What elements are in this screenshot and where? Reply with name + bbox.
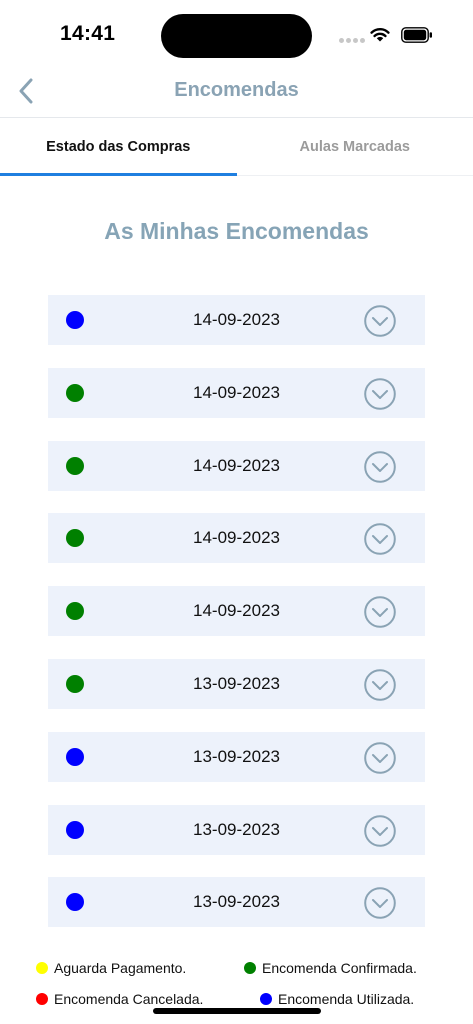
chevron-down-circle-icon[interactable] (364, 596, 396, 628)
legend-dot (244, 962, 256, 974)
legend-item: Encomenda Confirmada. (244, 960, 417, 976)
tab-label: Estado das Compras (46, 138, 191, 155)
tab-aulas-marcadas[interactable]: Aulas Marcadas (237, 118, 473, 175)
dynamic-island (161, 14, 312, 58)
order-row[interactable]: 14-09-2023 (48, 440, 425, 491)
legend-item: Encomenda Utilizada. (260, 991, 414, 1007)
status-bar: 14:41 (0, 0, 473, 64)
tab-active-indicator (0, 173, 237, 176)
order-row[interactable]: 14-09-2023 (48, 367, 425, 418)
legend-item: Encomenda Cancelada. (36, 991, 203, 1007)
chevron-down-circle-icon[interactable] (364, 377, 396, 410)
order-row[interactable]: 13-09-2023 (48, 658, 425, 709)
status-time: 14:41 (60, 22, 116, 45)
navigation-bar: Encomendas (0, 64, 473, 118)
legend-item: Aguarda Pagamento. (36, 960, 186, 976)
wifi-icon (370, 28, 390, 42)
legend-dot (36, 962, 48, 974)
tab-label: Aulas Marcadas (299, 138, 410, 155)
section-title: As Minhas Encomendas (104, 218, 369, 244)
tab-bar: Estado das Compras Aulas Marcadas (0, 118, 473, 176)
legend-label: Encomenda Cancelada. (54, 991, 204, 1007)
legend-label: Encomenda Utilizada. (278, 991, 415, 1007)
order-row[interactable]: 14-09-2023 (48, 586, 425, 637)
order-row[interactable]: 13-09-2023 (48, 804, 425, 855)
chevron-down-circle-icon[interactable] (364, 669, 396, 701)
orders-list: 14-09-2023 14-09-2023 14-09-2023 14-09-2023… (48, 295, 425, 950)
page-title: Encomendas (174, 79, 299, 101)
order-row[interactable]: 14-09-2023 (48, 295, 425, 345)
legend-dot (36, 993, 48, 1005)
chevron-down-circle-icon[interactable] (364, 450, 396, 483)
chevron-down-circle-icon[interactable] (364, 814, 396, 847)
chevron-down-circle-icon[interactable] (364, 887, 396, 920)
order-row[interactable]: 13-09-2023 (48, 877, 425, 928)
legend-label: Encomenda Confirmada. (262, 960, 417, 976)
home-indicator (153, 1008, 321, 1014)
status-legend: Aguarda Pagamento. Encomenda Confirmada. E… (36, 960, 446, 1012)
chevron-down-circle-icon[interactable] (364, 523, 396, 556)
legend-label: Aguarda Pagamento. (54, 960, 187, 976)
chevron-down-circle-icon[interactable] (364, 741, 396, 774)
legend-dot (260, 993, 272, 1005)
tab-estado-das-compras[interactable]: Estado das Compras (0, 118, 237, 176)
cellular-signal-icon (339, 38, 365, 43)
order-row[interactable]: 13-09-2023 (48, 731, 425, 782)
battery-icon (401, 27, 432, 43)
chevron-down-circle-icon[interactable] (364, 305, 396, 337)
order-row[interactable]: 14-09-2023 (48, 513, 425, 564)
